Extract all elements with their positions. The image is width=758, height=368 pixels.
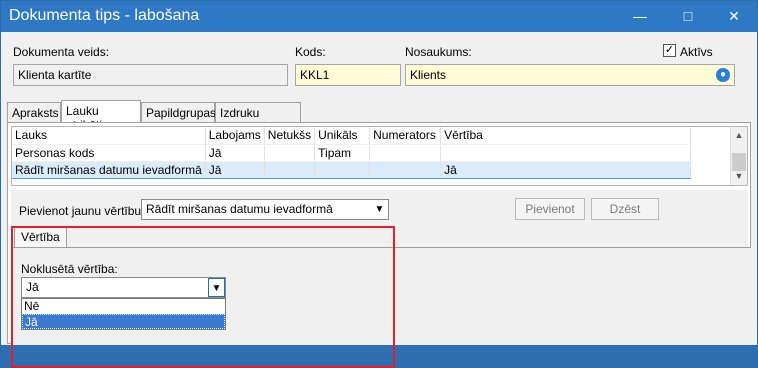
code-label: Kods: — [295, 45, 326, 59]
attributes-grid: Lauks Labojams Netukšs Unikāls Numerator… — [11, 126, 748, 186]
column-header[interactable]: Lauks — [12, 127, 206, 145]
cell: Rādīt miršanas datumu ievadformā — [12, 160, 206, 179]
name-label: Nosaukums: — [405, 45, 472, 59]
active-checkbox[interactable]: ✓ — [663, 44, 676, 57]
column-header[interactable]: Unikāls — [314, 127, 371, 145]
dialog-window: Dokumenta tips - labošana — □ ✕ Dokument… — [0, 0, 758, 368]
globe-icon[interactable]: ● — [716, 68, 730, 82]
grid-scrollbar[interactable]: ▲ ▼ — [730, 127, 747, 185]
cell: Tipam — [314, 144, 371, 162]
active-label: Aktīvs — [680, 45, 713, 59]
add-value-select[interactable]: Rādīt miršanas datumu ievadformā ▼ — [141, 199, 389, 220]
close-icon[interactable]: ✕ — [711, 1, 757, 32]
cell — [264, 160, 316, 179]
highlight-box — [11, 226, 395, 368]
tab-izdruku-formas[interactable]: Izdruku formas — [215, 102, 301, 134]
name-input[interactable]: Klients ● — [405, 64, 735, 86]
code-input[interactable]: KKL1 — [295, 64, 401, 86]
table-row[interactable]: Rādīt miršanas datumu ievadformā Jā Jā — [12, 160, 692, 179]
cell — [314, 160, 371, 179]
grid-header: Lauks Labojams Netukšs Unikāls Numerator… — [12, 127, 692, 145]
maximize-icon[interactable]: □ — [665, 1, 711, 32]
cell: Jā — [205, 160, 265, 179]
add-value-label: Pievienot jaunu vērtību: — [19, 204, 145, 218]
cell — [264, 144, 316, 162]
scroll-down-icon[interactable]: ▼ — [731, 168, 747, 185]
column-header[interactable]: Netukšs — [264, 127, 316, 145]
cell — [440, 144, 692, 162]
chevron-down-icon[interactable]: ▼ — [371, 200, 388, 219]
add-value-selected: Rādīt miršanas datumu ievadformā — [146, 202, 333, 216]
column-header[interactable]: Labojams — [205, 127, 265, 145]
cell — [369, 160, 442, 179]
window-title: Dokumenta tips - labošana — [9, 7, 200, 24]
cell — [369, 144, 442, 162]
column-header[interactable]: Vērtība — [440, 127, 692, 145]
title-bar[interactable]: Dokumenta tips - labošana — □ ✕ — [1, 1, 757, 32]
doc-type-label: Dokumenta veids: — [13, 45, 110, 59]
cell: Jā — [205, 144, 265, 162]
table-row[interactable]: Personas kods Jā Tipam — [12, 144, 692, 162]
tab-apraksts[interactable]: Apraksts — [7, 102, 61, 122]
minimize-icon[interactable]: — — [617, 1, 663, 32]
name-value: Klients — [410, 68, 447, 82]
cell: Personas kods — [12, 144, 206, 162]
scroll-up-icon[interactable]: ▲ — [731, 127, 747, 144]
tab-papildgrupas[interactable]: Papildgrupas — [141, 102, 216, 122]
dialog-body: Dokumenta veids: Klienta kartīte Kods: K… — [1, 32, 757, 368]
column-header[interactable]: Numerators — [369, 127, 442, 145]
delete-button[interactable]: Dzēst — [591, 198, 659, 220]
add-button[interactable]: Pievienot — [515, 198, 585, 220]
doc-type-field: Klienta kartīte — [13, 64, 288, 86]
tab-lauku-atributi[interactable]: Lauku atribūti — [61, 100, 141, 132]
cell: Jā — [440, 160, 692, 179]
